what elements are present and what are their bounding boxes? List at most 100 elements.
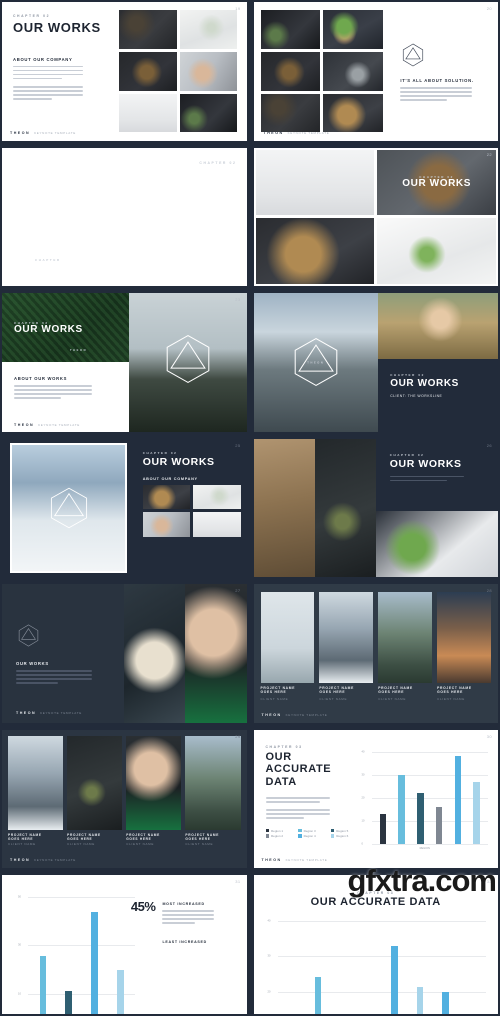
photo-tile	[126, 736, 181, 831]
bar	[380, 814, 387, 844]
slide3-left-panel: CHAPTER	[2, 148, 129, 287]
y-axis-tick: 20	[362, 796, 365, 799]
slide-thumbnail-2[interactable]: 20 IT'S ALL ABOUT SOLUTION. THEON KEYN	[252, 0, 500, 143]
slide-thumbnail-8[interactable]: 26 CHAPTER 02 OUR WORKS	[252, 437, 500, 580]
page-title: OUR WORKS	[14, 325, 83, 336]
project-card[interactable]: PROJECT NAME GOES HERE CLIENT NAME	[437, 592, 491, 701]
chapter-mark: THEON	[60, 507, 76, 510]
slide-number: 23	[235, 297, 240, 302]
y-axis-tick: 30	[362, 773, 365, 776]
slide-thumbnail-12[interactable]: 30 CHAPTER 03 OUR ACCURATE DATA Region 1…	[252, 728, 500, 871]
project-card[interactable]: PROJECT NAME GOES HERE CLIENT NAME	[8, 736, 63, 847]
photo-tile	[256, 150, 375, 216]
bar	[473, 782, 480, 844]
project-client: CLIENT NAME	[185, 842, 240, 846]
y-axis-tick: 10	[362, 819, 365, 822]
project-card[interactable]: PROJECT NAME GOES HERE CLIENT NAME	[185, 736, 240, 847]
photo-tile-with-title: CHAPTER 02 OUR WORKS	[377, 150, 496, 216]
legend-label: Region 4	[304, 834, 316, 838]
brand-name: THEON	[10, 858, 30, 862]
legend-swatch	[298, 834, 302, 838]
section-subhead: OUR WORKS	[16, 661, 110, 666]
slide-thumbnail-3[interactable]: CHAPTER CHAPTER 02 OUR WORKS	[0, 146, 249, 289]
slide-number: 28	[487, 588, 492, 593]
photo-tile	[119, 10, 176, 49]
project-name: PROJECT NAME GOES HERE	[8, 833, 63, 841]
slide-footer: THEON KEYNOTE TEMPLATE	[264, 131, 330, 135]
bar	[436, 807, 443, 844]
chart-bars	[374, 752, 487, 845]
body-text-block	[266, 797, 330, 803]
x-axis-label: REGION	[362, 847, 489, 850]
project-card[interactable]: PROJECT NAME GOES HERE CLIENT NAME	[319, 592, 373, 701]
legend-item: Region 1	[266, 829, 294, 833]
bar	[417, 987, 424, 1016]
slide-thumbnail-7[interactable]: 25 THEON CHAPTER 02 OUR WORKS ABOUT OUR …	[0, 437, 249, 580]
photo-tile	[323, 52, 383, 91]
photo-tile	[378, 592, 432, 683]
page-title: OUR WORKS	[402, 179, 471, 190]
y-axis-tick: 40	[362, 750, 365, 753]
chapter-label: CHAPTER 02	[390, 373, 498, 377]
bar	[398, 775, 405, 844]
y-axis-tick: 50	[18, 896, 21, 899]
slide5-fern-photo: CHAPTER 02 OUR WORKS THEON	[2, 293, 129, 362]
body-text-block	[162, 910, 214, 924]
body-text-block-2	[266, 809, 330, 819]
bar	[65, 991, 72, 1016]
slide-thumbnail-10[interactable]: 28 PROJECT NAME GOES HERE CLIENT NAME PR…	[252, 582, 500, 725]
project-client: CLIENT NAME	[319, 697, 373, 701]
page-title: OUR WORKS	[390, 459, 498, 470]
project-client: CLIENT NAME	[8, 842, 63, 846]
section-subhead: ABOUT OUR WORKS	[14, 376, 129, 381]
slide-thumbnail-1[interactable]: 19 CHAPTER 02 OUR WORKS ABOUT OUR COMPAN…	[0, 0, 249, 143]
photo-tile	[323, 94, 383, 133]
slide-number: 22	[487, 152, 492, 157]
slide-footer: THEON KEYNOTE TEMPLATE	[10, 858, 76, 862]
slide1-text-column: CHAPTER 02 OUR WORKS ABOUT OUR COMPANY	[2, 2, 114, 141]
photo-tile	[143, 512, 190, 537]
project-card[interactable]: PROJECT NAME GOES HERE CLIENT NAME	[126, 736, 181, 847]
project-client: CLIENT NAME	[261, 697, 315, 701]
body-text-block	[16, 670, 92, 684]
slide-number: 30	[487, 734, 492, 739]
project-client: CLIENT NAME	[126, 842, 181, 846]
chart-bars	[280, 921, 485, 1016]
slide3-right-panel: CHAPTER 02 OUR WORKS	[129, 148, 246, 287]
slide-thumbnail-5[interactable]: 23 CHAPTER 02 OUR WORKS THEON ABOUT OUR …	[0, 291, 249, 434]
brand-tagline: KEYNOTE TEMPLATE	[40, 711, 82, 715]
legend-item: Region 2	[266, 834, 294, 838]
slide4-image-grid: CHAPTER 02 OUR WORKS	[256, 150, 497, 285]
slide5-forest-photo	[129, 293, 246, 432]
project-card[interactable]: PROJECT NAME GOES HERE CLIENT NAME	[378, 592, 432, 701]
section-subhead: MOST INCREASED	[162, 902, 214, 906]
photo-tile	[180, 52, 237, 91]
slide-thumbnail-13[interactable]: 31 50 30 10 45% MOST INCREASED	[0, 873, 249, 1016]
photo-tile	[119, 94, 176, 133]
brand-tagline: KEYNOTE TEMPLATE	[286, 713, 328, 717]
slide8-text-panel: CHAPTER 02 OUR WORKS	[376, 439, 498, 511]
chapter-label: CHAPTER 02	[129, 161, 236, 165]
slide-thumbnail-11[interactable]: 29 PROJECT NAME GOES HERE CLIENT NAME PR…	[0, 728, 249, 871]
legend-label: Region 3	[304, 829, 316, 833]
photo-tile	[261, 10, 321, 49]
photo-tile	[193, 485, 240, 510]
project-card[interactable]: PROJECT NAME GOES HERE CLIENT NAME	[67, 736, 122, 847]
bar-chart-slide30: 40 30 20 10 0 REGION	[362, 752, 489, 845]
bar	[40, 956, 47, 1016]
hexagon-logo-icon: THEON	[47, 486, 91, 530]
slide7-mountain-photo: THEON	[10, 443, 127, 574]
slide-number: 29	[235, 734, 240, 739]
project-card[interactable]: PROJECT NAME GOES HERE CLIENT NAME	[261, 592, 315, 701]
slide-thumbnail-9[interactable]: 27 OUR WORKS THEON KEYNOTE TEMPLATE	[0, 582, 249, 725]
hexagon-logo-icon: THEON	[290, 336, 342, 388]
chapter-mark: THEON	[307, 362, 324, 365]
slide5-text-panel: ABOUT OUR WORKS THEON KEYNOTE TEMPLATE	[2, 362, 129, 431]
chapter-label: CHAPTER 02	[390, 453, 498, 457]
slide-number: 27	[235, 588, 240, 593]
slide-thumbnail-4[interactable]: 22 CHAPTER 02 OUR WORKS	[252, 146, 500, 289]
slide-footer: THEON KEYNOTE TEMPLATE	[16, 711, 82, 715]
slide-thumbnail-6[interactable]: THEON CHAPTER 02 OUR WORKS CLIENT: THE W…	[252, 291, 500, 434]
photo-tile	[377, 218, 496, 284]
body-text-block	[14, 385, 92, 399]
